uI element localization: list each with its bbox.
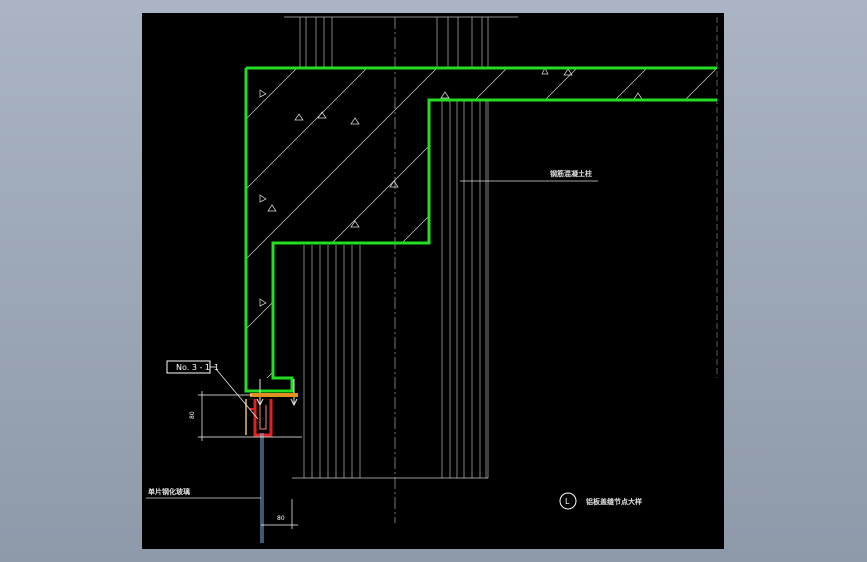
cad-drawing-viewport[interactable]: 80 80 No. 3 - 1 1 钢筋混凝土柱 单片钢化玻璃 L 铝板盖缝节点…	[142, 13, 724, 549]
detail-title: 铝板盖缝节点大样	[586, 497, 642, 506]
dimension-vertical-value: 80	[189, 411, 196, 419]
dimension-horizontal-value: 80	[277, 515, 285, 522]
column-lines-right	[441, 101, 489, 478]
glass-label: 单片钢化玻璃	[148, 487, 190, 496]
dimension-vertical	[198, 391, 302, 441]
column-lines-left	[303, 245, 361, 478]
glass-pane	[260, 433, 264, 543]
column-lines-upper	[299, 17, 489, 67]
detail-title-circle-letter: L	[565, 497, 570, 506]
concrete-hatch	[246, 68, 717, 378]
cad-drawing: 80 80 No. 3 - 1 1 钢筋混凝土柱 单片钢化玻璃 L 铝板盖缝节点…	[146, 16, 718, 543]
aggregate-marks	[259, 67, 643, 307]
concrete-column-outline	[244, 66, 717, 393]
detail-ref-label: No. 3 - 1	[176, 363, 210, 372]
dimension-horizontal	[261, 499, 298, 529]
detail-ref-number: 1	[214, 363, 219, 372]
column-label: 钢筋混凝土柱	[550, 169, 592, 178]
